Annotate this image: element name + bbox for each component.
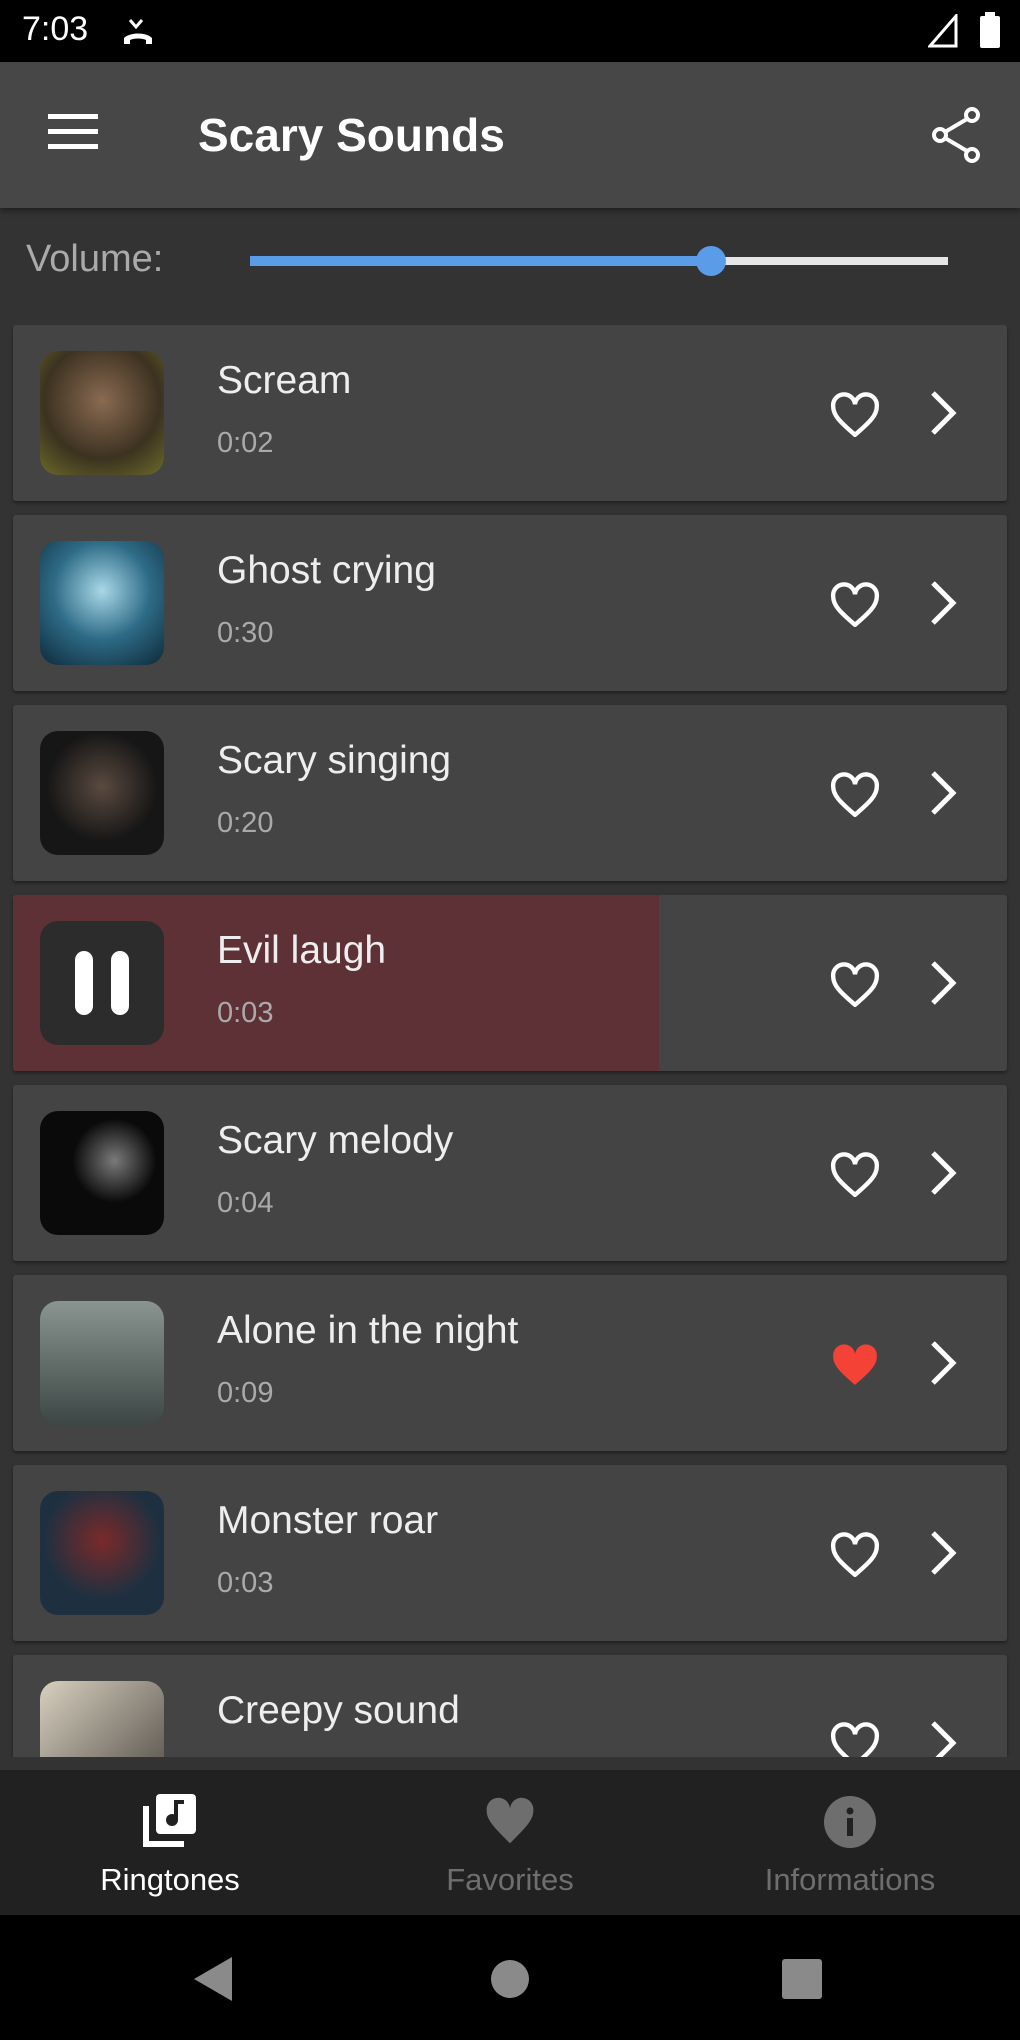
tab-informations[interactable]: Informations xyxy=(680,1770,1020,1915)
system-nav-bar xyxy=(0,1915,1020,2040)
sound-name: Scream xyxy=(217,359,352,402)
chevron-right-icon[interactable] xyxy=(923,1529,963,1577)
sound-item[interactable]: Scary singing 0:20 xyxy=(13,705,1007,881)
sound-item[interactable]: Alone in the night 0:09 xyxy=(13,1275,1007,1451)
heart-outline-icon[interactable] xyxy=(828,579,882,627)
sound-duration: 0:20 xyxy=(217,807,274,839)
volume-slider[interactable] xyxy=(250,246,948,276)
bottom-nav: Ringtones Favorites Informations xyxy=(0,1770,1020,1915)
tab-label: Favorites xyxy=(446,1862,574,1897)
info-icon xyxy=(824,1796,876,1848)
back-icon[interactable] xyxy=(194,1957,234,2001)
sound-thumbnail xyxy=(40,1681,164,1757)
menu-icon[interactable] xyxy=(48,114,98,154)
tab-ringtones[interactable]: Ringtones xyxy=(0,1770,340,1915)
sound-thumbnail xyxy=(40,1111,164,1235)
signal-icon xyxy=(928,14,958,48)
sound-item[interactable]: Monster roar 0:03 xyxy=(13,1465,1007,1641)
sound-thumbnail xyxy=(40,351,164,475)
sound-name: Creepy sound xyxy=(217,1689,460,1732)
sound-duration: 0:30 xyxy=(217,617,274,649)
chevron-right-icon[interactable] xyxy=(923,1339,963,1387)
sound-name: Ghost crying xyxy=(217,549,436,592)
sound-thumbnail xyxy=(40,1491,164,1615)
sound-duration: 0:09 xyxy=(217,1377,274,1409)
home-icon[interactable] xyxy=(490,1959,530,1999)
slider-thumb[interactable] xyxy=(695,246,726,276)
clock: 7:03 xyxy=(22,10,89,48)
sound-name: Evil laugh xyxy=(217,929,387,972)
chevron-right-icon[interactable] xyxy=(923,959,963,1007)
chevron-right-icon[interactable] xyxy=(923,769,963,817)
sound-thumbnail xyxy=(40,731,164,855)
sound-name: Scary singing xyxy=(217,739,452,782)
heart-outline-icon[interactable] xyxy=(828,1719,882,1757)
sound-duration: 0:03 xyxy=(217,997,274,1029)
battery-icon xyxy=(980,12,1000,48)
sound-item[interactable]: Creepy sound xyxy=(13,1655,1007,1757)
app-bar: Scary Sounds xyxy=(0,62,1020,208)
heart-icon xyxy=(486,1797,534,1844)
sound-item[interactable]: Evil laugh 0:03 xyxy=(13,895,1007,1071)
call-icon xyxy=(124,19,152,44)
tab-favorites[interactable]: Favorites xyxy=(340,1770,680,1915)
music-library-icon xyxy=(143,1794,196,1847)
sound-name: Alone in the night xyxy=(217,1309,519,1352)
chevron-right-icon[interactable] xyxy=(923,389,963,437)
sound-thumbnail xyxy=(40,541,164,665)
share-icon[interactable] xyxy=(930,106,982,164)
chevron-right-icon[interactable] xyxy=(923,1149,963,1197)
heart-outline-icon[interactable] xyxy=(828,1149,882,1197)
heart-outline-icon[interactable] xyxy=(828,959,882,1007)
sound-item[interactable]: Ghost crying 0:30 xyxy=(13,515,1007,691)
heart-outline-icon[interactable] xyxy=(828,769,882,817)
heart-outline-icon[interactable] xyxy=(828,389,882,437)
pause-icon[interactable] xyxy=(75,951,129,1015)
status-bar: 7:03 xyxy=(0,0,1020,62)
tab-label: Informations xyxy=(764,1862,936,1897)
recents-icon[interactable] xyxy=(782,1959,822,1999)
slider-fill xyxy=(250,256,711,266)
sound-thumbnail xyxy=(40,921,164,1045)
volume-label: Volume: xyxy=(26,238,164,280)
sound-name: Scary melody xyxy=(217,1119,454,1162)
heart-filled-icon[interactable] xyxy=(828,1339,882,1387)
heart-outline-icon[interactable] xyxy=(828,1529,882,1577)
sound-list[interactable]: Scream 0:02 Ghost crying 0:30 Scary singing 0… xyxy=(0,325,1020,1757)
chevron-right-icon[interactable] xyxy=(923,579,963,627)
sound-duration: 0:04 xyxy=(217,1187,274,1219)
sound-duration: 0:03 xyxy=(217,1567,274,1599)
sound-name: Monster roar xyxy=(217,1499,439,1542)
tab-label: Ringtones xyxy=(100,1862,240,1897)
sound-item[interactable]: Scary melody 0:04 xyxy=(13,1085,1007,1261)
page-title: Scary Sounds xyxy=(198,109,505,161)
sound-item[interactable]: Scream 0:02 xyxy=(13,325,1007,501)
chevron-right-icon[interactable] xyxy=(923,1719,963,1757)
sound-thumbnail xyxy=(40,1301,164,1425)
sound-duration: 0:02 xyxy=(217,427,274,459)
